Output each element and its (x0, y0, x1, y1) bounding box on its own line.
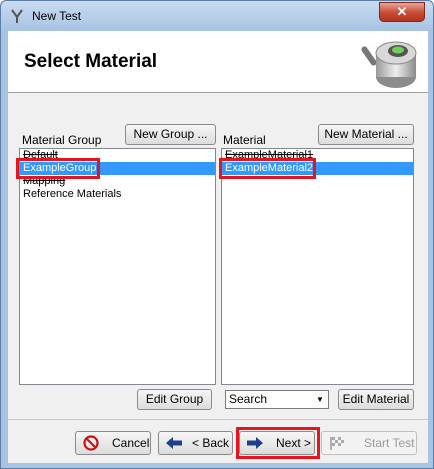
material-group-list-item[interactable]: Reference Materials (20, 188, 215, 201)
search-dropdown[interactable]: Search ▼ (225, 390, 329, 409)
material-group-list-item[interactable]: ExampleGroup (20, 162, 215, 175)
page-title: Select Material (24, 51, 158, 72)
edit-material-button[interactable]: Edit Material (338, 389, 414, 410)
app-icon (11, 9, 23, 23)
sensor-icon (361, 41, 417, 88)
material-list-item[interactable]: ExampleMaterial2 (222, 162, 413, 175)
cancel-icon (83, 435, 99, 451)
cancel-button[interactable]: Cancel (75, 431, 151, 455)
edit-group-button[interactable]: Edit Group (137, 389, 212, 410)
start-test-button[interactable]: Start Test (321, 431, 417, 455)
cancel-label: Cancel (112, 436, 150, 450)
wizard-header: Select Material (8, 31, 428, 93)
window: New Test ✕ Select Material Material Grou… (0, 0, 434, 469)
next-button[interactable]: Next > (239, 431, 315, 455)
close-icon: ✕ (396, 4, 408, 19)
search-value: Search (229, 392, 268, 406)
next-arrow-icon (247, 437, 263, 449)
material-group-list-item[interactable]: Default (20, 149, 215, 162)
footer-divider (8, 419, 428, 420)
back-arrow-icon (166, 437, 182, 449)
material-group-list[interactable]: Default ExampleGroup Mapping Reference Mate… (19, 148, 216, 385)
checkered-flag-icon (330, 437, 344, 450)
new-group-button[interactable]: New Group ... (125, 124, 216, 145)
back-label: < Back (192, 436, 230, 450)
wizard-body: Select Material Material Group New Group… (8, 31, 428, 463)
material-group-label: Material Group (22, 133, 102, 147)
material-label: Material (223, 133, 266, 147)
chevron-down-icon[interactable]: ▼ (313, 392, 327, 407)
window-title: New Test (32, 9, 82, 23)
next-label: Next > (276, 436, 312, 450)
material-group-list-item[interactable]: Mapping (20, 175, 215, 188)
title-bar: New Test ✕ (1, 1, 433, 31)
back-button[interactable]: < Back (158, 431, 233, 455)
new-material-button[interactable]: New Material ... (318, 124, 414, 145)
material-list[interactable]: ExampleMaterial1 ExampleMaterial2 (221, 148, 414, 385)
material-list-item[interactable]: ExampleMaterial1 (222, 149, 413, 162)
close-button[interactable]: ✕ (379, 2, 425, 22)
start-test-label: Start Test (364, 436, 415, 450)
